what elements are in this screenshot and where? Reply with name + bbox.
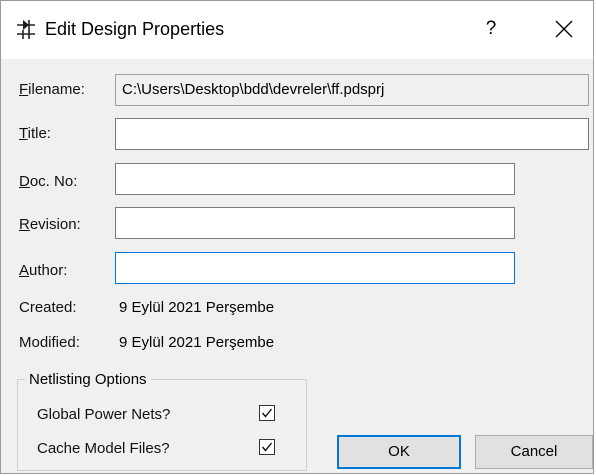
dialog-title: Edit Design Properties [45, 19, 225, 39]
revision-field[interactable] [115, 207, 515, 239]
author-field[interactable] [115, 252, 515, 284]
close-button[interactable] [541, 11, 587, 47]
cache-model-files-label: Cache Model Files? [37, 440, 170, 457]
modified-value: 9 Eylül 2021 Perşembe [119, 334, 275, 351]
cache-model-files-checkbox[interactable] [259, 439, 275, 455]
doc-no-field[interactable] [115, 163, 515, 195]
filename-field: C:\Users\Desktop\bdd\devreler\ff.pdsprj [115, 74, 589, 106]
cancel-button[interactable]: Cancel [475, 435, 593, 469]
global-power-nets-checkbox[interactable] [259, 405, 275, 421]
modified-label: Modified: [19, 334, 80, 351]
netlisting-options-label: Netlisting Options [25, 370, 151, 390]
title-bar: Edit Design Properties ? [1, 1, 593, 59]
author-label: Author: [19, 262, 68, 279]
created-label: Created: [19, 299, 77, 316]
close-icon [555, 20, 573, 38]
title-field[interactable] [115, 118, 589, 150]
checkmark-icon [261, 442, 273, 452]
revision-label: Revision: [19, 216, 81, 233]
title-label: Title: [19, 125, 51, 142]
design-properties-icon [15, 18, 37, 40]
help-button[interactable]: ? [471, 11, 511, 47]
docno-label: Doc. No: [19, 173, 78, 190]
edit-design-properties-dialog: Edit Design Properties ? Filename: C:\Us… [0, 0, 594, 474]
checkmark-icon [261, 408, 273, 418]
filename-label: Filename: [19, 81, 85, 98]
global-power-nets-label: Global Power Nets? [37, 406, 171, 423]
created-value: 9 Eylül 2021 Perşembe [119, 299, 275, 316]
ok-button[interactable]: OK [337, 435, 461, 469]
